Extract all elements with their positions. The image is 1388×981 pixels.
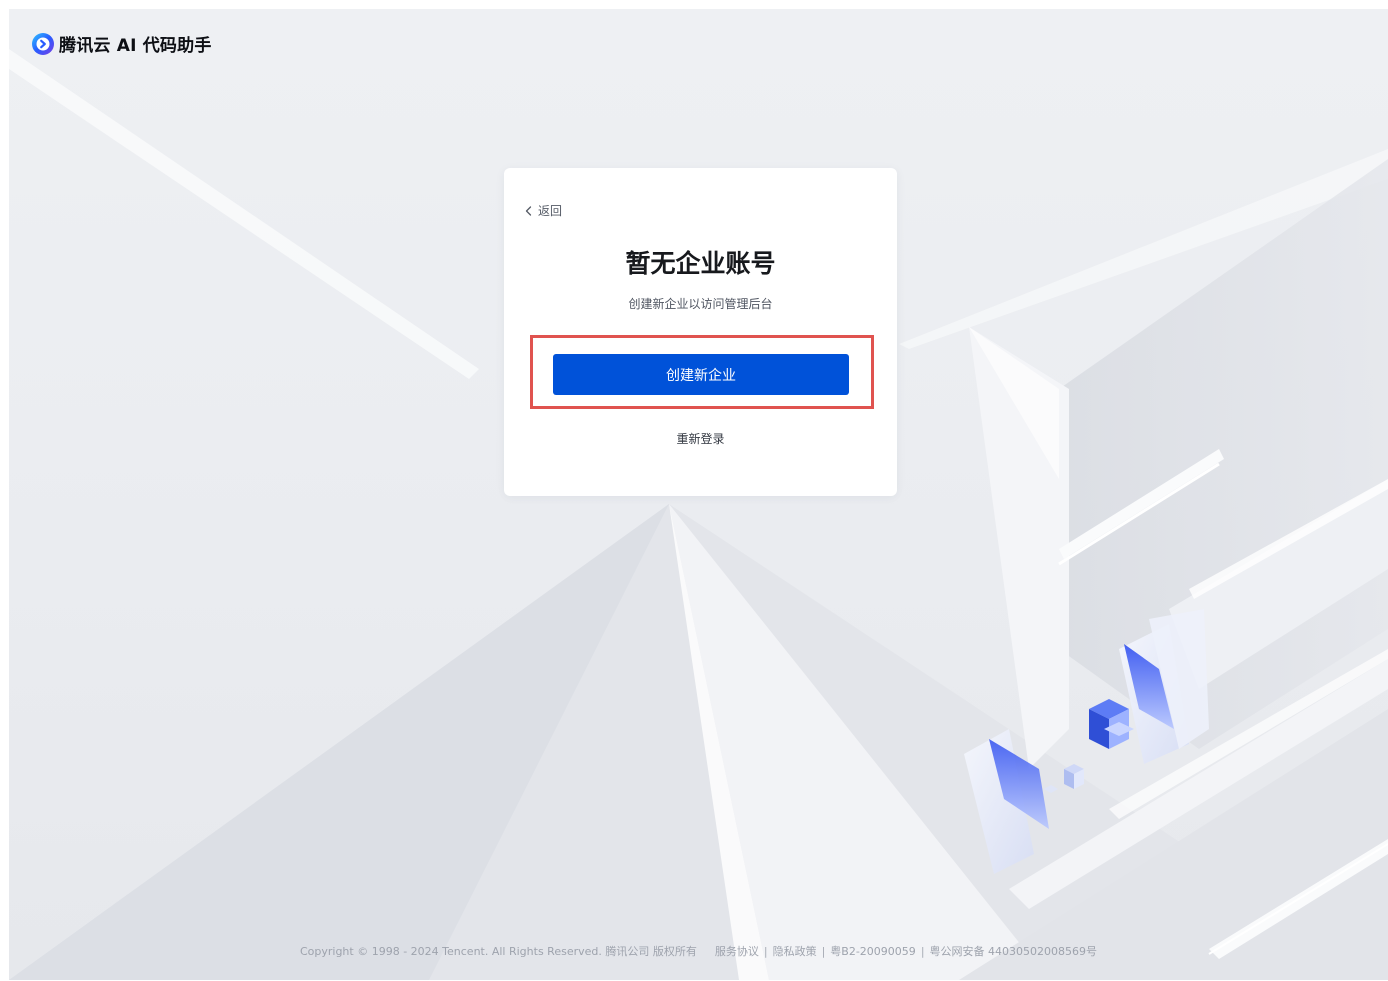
create-enterprise-button[interactable]: 创建新企业: [553, 354, 849, 395]
footer-link-icp-license[interactable]: 粤B2-20090059: [830, 943, 916, 959]
footer-link-public-security-record[interactable]: 粤公网安备 44030502008569号: [930, 943, 1097, 959]
relogin-link[interactable]: 重新登录: [504, 430, 897, 447]
back-label: 返回: [538, 204, 563, 218]
copyright-text: Copyright © 1998 - 2024 Tencent. All Rig…: [299, 945, 697, 958]
page-subtitle: 创建新企业以访问管理后台: [628, 297, 773, 311]
footer-link-privacy-policy[interactable]: 隐私政策: [773, 943, 817, 959]
footer: Copyright © 1998 - 2024 Tencent. All Rig…: [9, 943, 1388, 959]
footer-link-service-agreement[interactable]: 服务协议: [715, 943, 759, 959]
brand-header[interactable]: 腾讯云 AI 代码助手: [31, 31, 212, 56]
tencent-cloud-logo-icon: [32, 32, 54, 55]
brand-name: 腾讯云 AI 代码助手: [59, 36, 212, 56]
no-enterprise-card: 返回 暂无企业账号 创建新企业以访问管理后台 创建新企业 重新登录: [504, 168, 897, 496]
back-link[interactable]: 返回: [525, 202, 562, 219]
chevron-left-icon: [525, 205, 532, 216]
footer-separator: |: [920, 944, 925, 958]
footer-separator: |: [821, 944, 826, 958]
page-background: 腾讯云 AI 代码助手 返回 暂无企业账号 创建新企业以访问管理后台 创建新企业…: [9, 9, 1388, 980]
footer-separator: |: [763, 944, 768, 958]
page-title: 暂无企业账号: [625, 249, 776, 278]
